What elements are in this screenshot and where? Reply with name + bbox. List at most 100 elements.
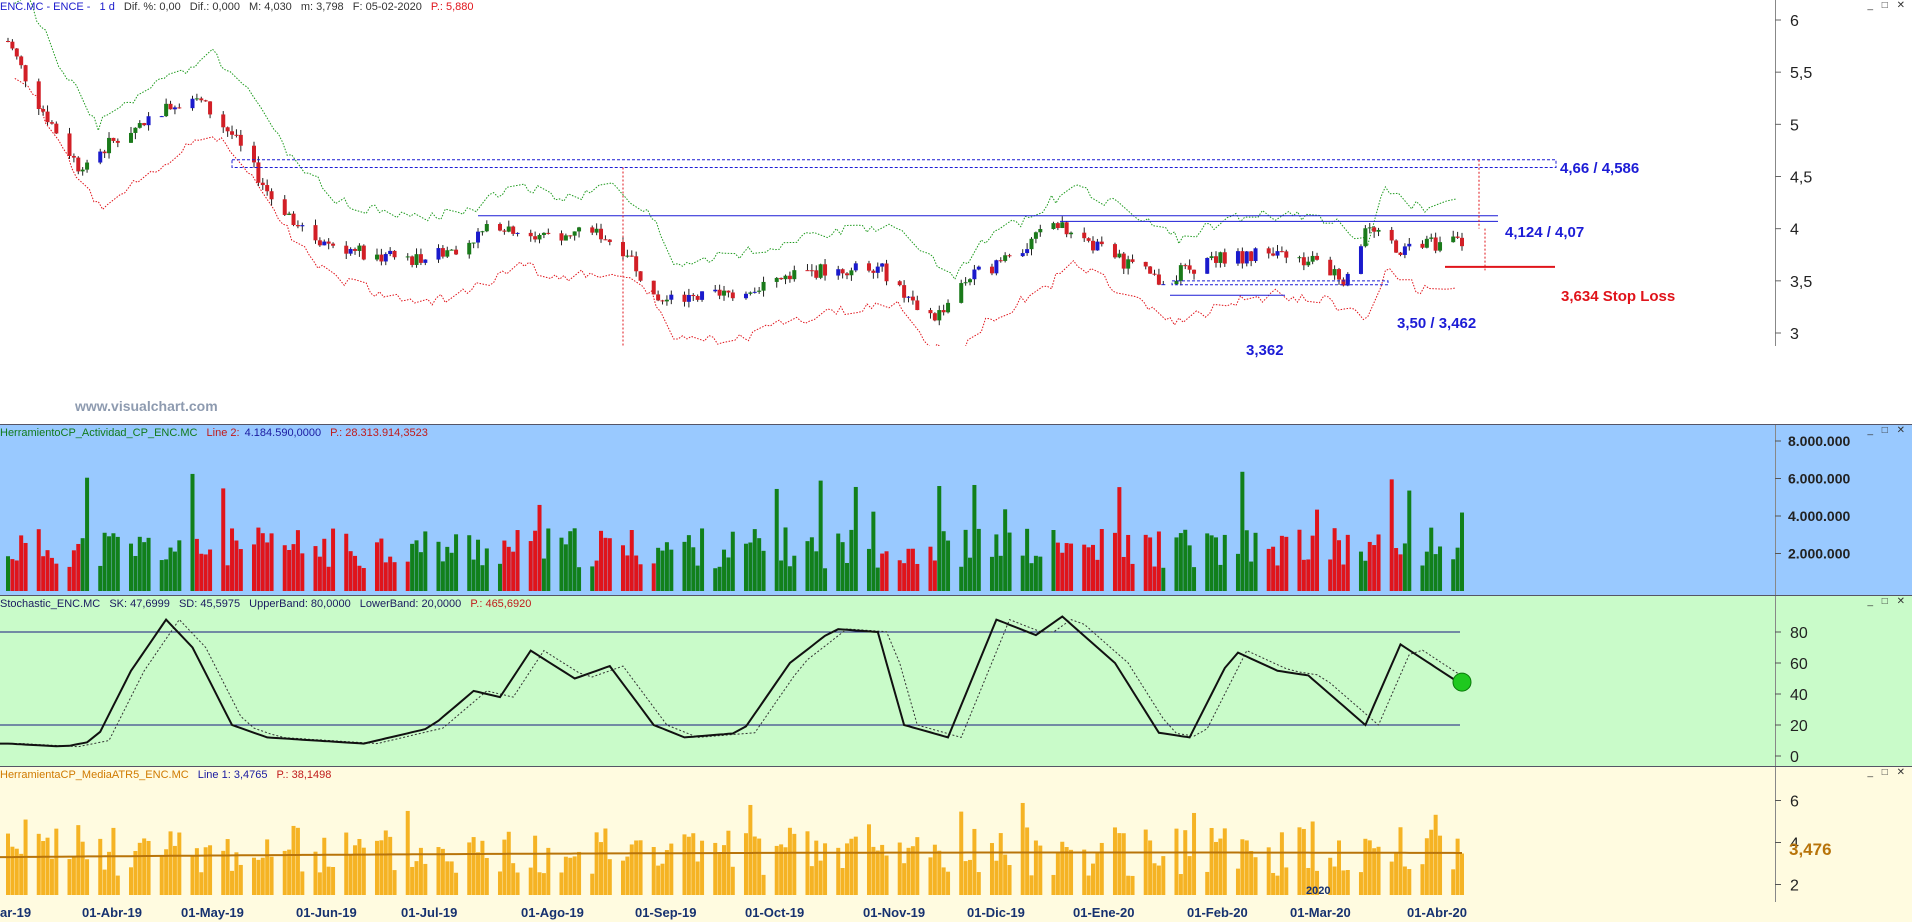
price-y-tick-label: 5 xyxy=(1790,117,1799,134)
volume-bar xyxy=(809,537,814,591)
volume-bar xyxy=(1235,553,1240,591)
atr-last-value: 3,476 xyxy=(1789,840,1832,859)
atr-bar xyxy=(787,827,792,895)
candle-body xyxy=(98,151,103,163)
atr-bar xyxy=(265,839,270,895)
stoch-window-controls[interactable]: _ □ ✕ xyxy=(1867,596,1908,607)
atr-bar xyxy=(326,866,331,895)
atr-bar xyxy=(374,840,379,895)
atr-bar xyxy=(1003,854,1008,895)
volume-bar xyxy=(541,558,546,591)
atr-bar xyxy=(36,833,41,895)
stochastic-panel[interactable]: Stochastic_ENC.MC SK: 47,6999 SD: 45,597… xyxy=(0,595,1912,766)
price-y-tick-label: 5,5 xyxy=(1790,65,1812,82)
candle-body xyxy=(265,185,270,192)
price-y-tick-label: 4 xyxy=(1790,222,1799,239)
candle-body xyxy=(774,277,779,282)
price-window-controls[interactable]: _ □ ✕ xyxy=(1867,0,1908,11)
atr-bar xyxy=(1240,839,1245,895)
x-axis-label: 01-Mar-20 xyxy=(1290,905,1351,920)
atr-bar xyxy=(133,851,138,895)
candle-body xyxy=(1420,243,1425,248)
candle-body xyxy=(440,248,445,257)
volume-bar xyxy=(71,550,76,591)
atr-bar xyxy=(1310,821,1315,895)
volume-bar xyxy=(915,563,920,591)
volume-bar xyxy=(1460,512,1464,591)
candle-body xyxy=(700,291,705,300)
candle-body xyxy=(1358,246,1363,274)
volume-bar xyxy=(1152,566,1157,591)
volume-bar xyxy=(1069,543,1074,591)
atr-bar xyxy=(594,832,599,895)
atr-bar xyxy=(559,872,564,895)
atr-bar xyxy=(313,851,318,895)
candle-body xyxy=(269,191,274,200)
atr-bar xyxy=(379,840,384,895)
candle-body xyxy=(1130,259,1135,262)
volume-bar xyxy=(871,511,876,591)
volume-bar xyxy=(440,561,445,591)
atr-panel[interactable]: HerramientaCP_MediaATR5_ENC.MC Line 1: 3… xyxy=(0,766,1912,903)
atr-bar xyxy=(884,855,889,895)
candle-body xyxy=(976,266,981,270)
candle-body xyxy=(282,199,287,215)
volume-bar xyxy=(1341,564,1346,591)
candle-body xyxy=(1266,248,1271,254)
volume-bar xyxy=(533,530,538,591)
volume-bar xyxy=(1438,546,1443,591)
volume-bar xyxy=(471,559,476,591)
atr-bar xyxy=(937,850,942,895)
volume-bar xyxy=(54,563,59,591)
volume-bar xyxy=(638,564,643,591)
candle-body xyxy=(1438,242,1443,251)
volume-bar xyxy=(910,548,915,591)
volume-bar xyxy=(651,563,656,591)
candle-body xyxy=(172,107,177,110)
atr-bar xyxy=(1279,832,1284,895)
candle-body xyxy=(357,245,362,251)
volume-bar xyxy=(559,537,564,591)
candle-body xyxy=(313,225,318,241)
atr-bar xyxy=(968,859,973,895)
volume-bar xyxy=(528,541,533,591)
volume-bar xyxy=(717,566,722,591)
volume-bar xyxy=(295,530,300,591)
atr-bar xyxy=(915,837,920,895)
atr-bar xyxy=(353,845,358,895)
candle-body xyxy=(49,122,54,124)
atr-window-controls[interactable]: _ □ ✕ xyxy=(1867,767,1908,778)
candle-body xyxy=(71,155,76,158)
atr-bar xyxy=(1051,874,1056,895)
x-axis: ar-19 01-Abr-19 01-May-19 01-Jun-19 01-Jul-1… xyxy=(0,902,1912,922)
atr-bar xyxy=(238,864,243,895)
atr-bar xyxy=(1192,812,1197,895)
x-axis-label: 01-Nov-19 xyxy=(863,905,925,920)
volume-bar xyxy=(1126,534,1131,591)
volume-bar xyxy=(199,553,204,591)
volume-y-tick-label: 4.000.000 xyxy=(1788,508,1850,524)
volume-panel[interactable]: HerramientoCP_Actividad_CP_ENC.MC Line 2… xyxy=(0,424,1912,595)
atr-bar xyxy=(682,834,687,895)
candle-body xyxy=(238,134,243,146)
candle-body xyxy=(836,269,841,276)
atr-bar xyxy=(467,842,472,895)
volume-bar xyxy=(1178,533,1183,591)
volume-bar xyxy=(76,543,81,591)
candle-body xyxy=(1192,269,1197,274)
candle-body xyxy=(423,259,428,263)
year-label: 2020 xyxy=(1306,885,1331,897)
candle-body xyxy=(546,232,551,234)
volume-bar xyxy=(1214,537,1219,591)
atr-bar xyxy=(6,833,10,895)
candle-body xyxy=(787,275,792,280)
candle-body xyxy=(6,41,10,43)
atr-bar xyxy=(726,830,731,895)
candle-body xyxy=(634,256,639,272)
volume-window-controls[interactable]: _ □ ✕ xyxy=(1867,425,1908,436)
candle-body xyxy=(1161,284,1166,286)
atr-bar xyxy=(717,852,722,895)
max-label: M: 4,030 xyxy=(249,1,292,13)
x-axis-label: 01-Ene-20 xyxy=(1073,905,1134,920)
volume-bar xyxy=(102,532,107,591)
